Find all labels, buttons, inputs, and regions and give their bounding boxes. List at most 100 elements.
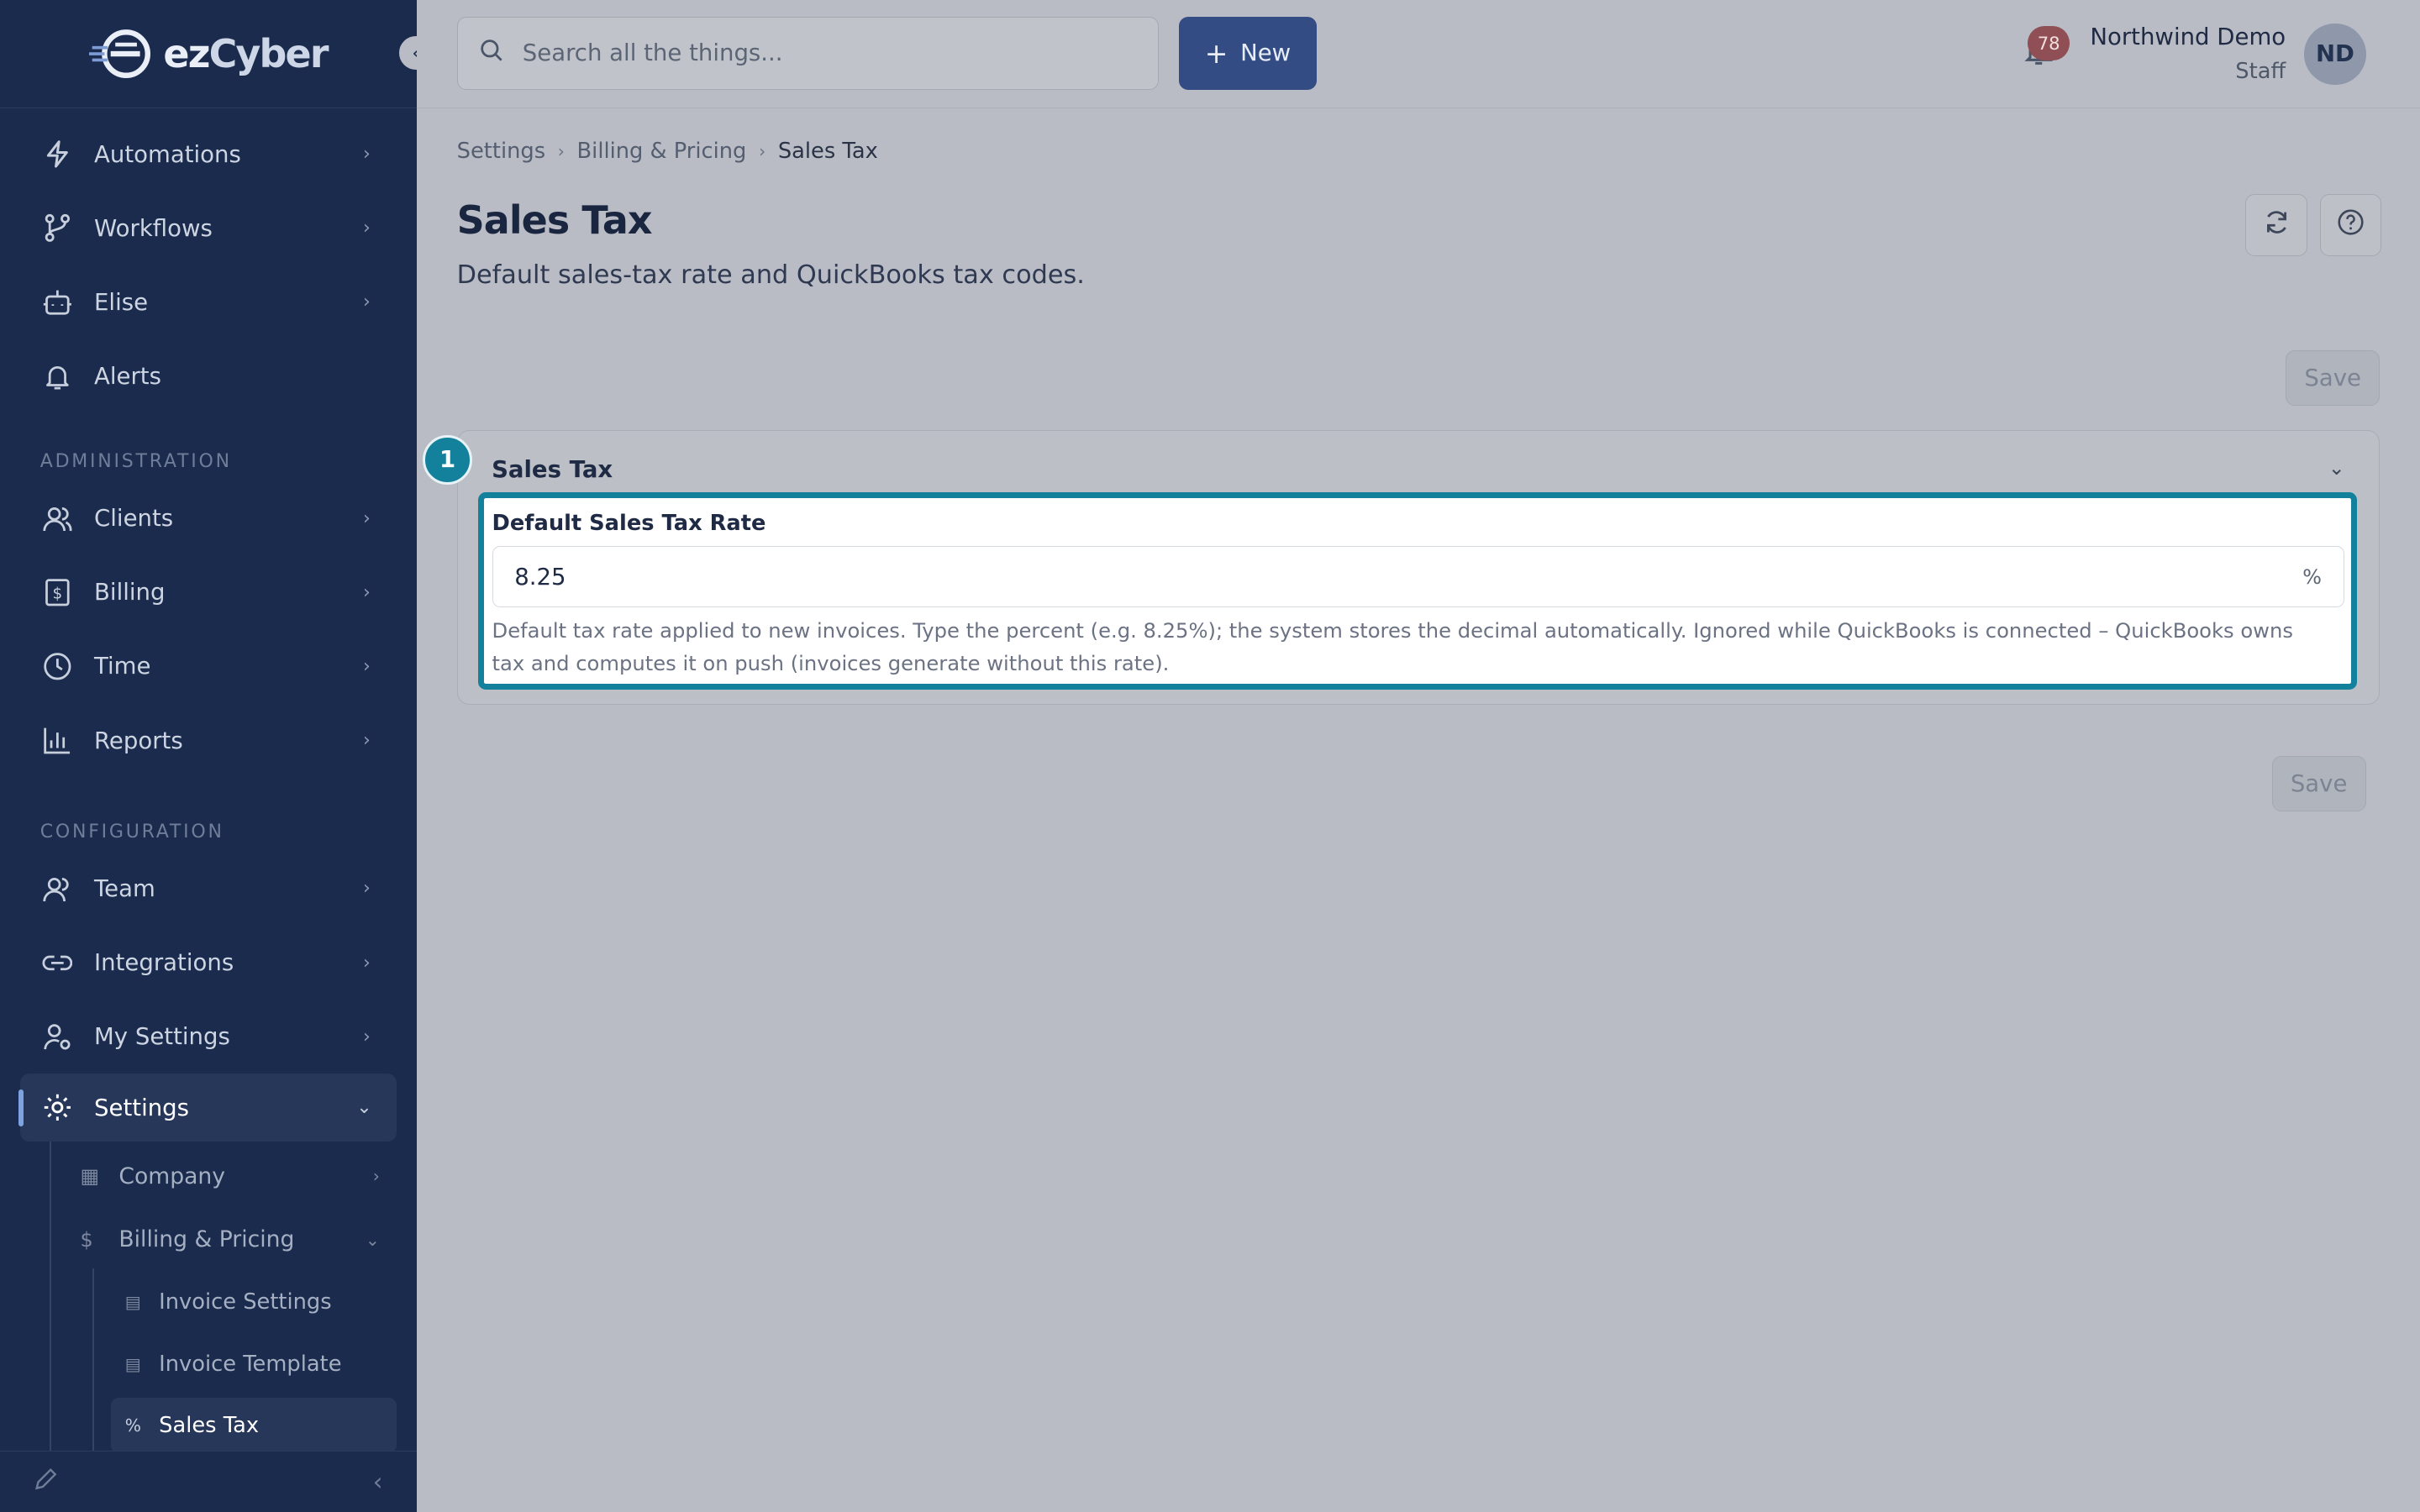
sidebar-item-settings[interactable]: Settings ⌄ [18,1074,397,1142]
chevron-right-icon: › [363,1026,371,1047]
link-icon [40,946,74,979]
submenu-item-billing-pricing[interactable]: $ Billing & Pricing ⌄ [0,1208,417,1271]
sidebar-item-integrations[interactable]: Integrations › [0,926,417,1000]
sidebar-item-reports[interactable]: Reports › [0,703,417,777]
avatar[interactable]: ND [2304,23,2366,85]
sidebar-item-time[interactable]: Time › [0,629,417,703]
user-role: Staff [2235,58,2286,84]
breadcrumb: Settings › Billing & Pricing › Sales Tax [457,139,878,164]
bell-icon [40,360,74,393]
chevron-right-icon: › [363,730,371,752]
sales-tax-rate-help-text: Default tax rate applied to new invoices… [492,618,2293,676]
refresh-button[interactable] [2245,194,2307,256]
chevron-right-icon: › [372,1166,380,1187]
ezcyber-logo-icon [89,29,151,78]
chevron-right-icon: › [363,218,371,239]
search-box[interactable] [456,17,1160,90]
sidebar-item-label: Alerts [94,363,161,391]
submenu-item-label: Company [118,1163,226,1189]
help-circle-icon [2337,208,2365,242]
chevron-right-icon: › [363,144,371,165]
page-subtitle: Default sales-tax rate and QuickBooks ta… [456,260,1085,291]
percent-unit: % [2302,564,2322,589]
chevron-right-icon: › [363,952,371,974]
sidebar-item-elise[interactable]: Elise › [0,265,417,339]
submenu-item-invoice-settings[interactable]: ▤ Invoice Settings [0,1271,417,1332]
submenu-item-company[interactable]: ▦ Company › [0,1145,417,1208]
chevron-right-icon: › [557,141,565,162]
submenu-item-sales-tax[interactable]: % Sales Tax [111,1397,397,1454]
document-icon: ▤ [124,1292,141,1313]
step-badge: 1 [423,434,473,485]
pencil-icon[interactable] [34,1467,58,1497]
chevron-left-icon[interactable]: ‹ [373,1467,383,1496]
sidebar-item-label: My Settings [94,1023,230,1051]
sidebar-item-workflows[interactable]: Workflows › [0,192,417,265]
search-icon [479,38,503,68]
brand-logo[interactable]: ezCyber [89,26,329,81]
sidebar-item-label: Time [94,653,151,680]
percent-icon: % [124,1415,141,1436]
chevron-right-icon: › [363,878,371,900]
sidebar-item-label: Billing [94,579,166,606]
sidebar-item-label: Elise [94,288,149,316]
settings-submenu: ▦ Company › $ Billing & Pricing ⌄ ▤ Invo… [0,1145,417,1454]
notification-count-badge: 78 [2028,26,2070,60]
breadcrumb-link-billing-pricing[interactable]: Billing & Pricing [577,139,747,164]
sidebar-item-alerts[interactable]: Alerts [0,339,417,413]
chevron-left-icon: ‹ [412,41,417,65]
chevron-down-icon[interactable]: ⌄ [2328,456,2345,480]
dollar-receipt-icon: $ [40,575,74,609]
sidebar-footer: ‹ [0,1450,417,1512]
lightning-icon [40,137,74,171]
submenu-item-label: Billing & Pricing [118,1226,295,1253]
chevron-right-icon: › [363,581,371,603]
main-content: Settings › Billing & Pricing › Sales Tax… [417,108,2420,1512]
gear-icon [40,1090,74,1124]
sidebar-item-my-settings[interactable]: My Settings › [0,1000,417,1074]
sidebar-item-automations[interactable]: Automations › [0,118,417,192]
sales-tax-rate-label: Default Sales Tax Rate [492,510,766,536]
svg-text:$: $ [52,585,62,603]
top-bar: + New 78 Northwind Demo Staff ND [416,0,2420,108]
section-label-configuration: CONFIGURATION [39,821,224,843]
dollar-icon: $ [80,1227,93,1252]
breadcrumb-link-settings[interactable]: Settings [457,139,545,164]
search-input[interactable] [522,39,1109,67]
sidebar-nav: Automations › Workflows › Elise › Alerts… [0,108,417,1454]
sidebar-item-team[interactable]: Team › [0,852,417,926]
sales-tax-rate-field[interactable]: % [492,545,2344,608]
highlighted-field-group: Default Sales Tax Rate % Default tax rat… [478,491,2357,690]
chevron-down-icon: ⌄ [365,1229,380,1250]
save-button-bottom[interactable]: Save [2271,755,2366,812]
sidebar-item-label: Settings [94,1094,190,1121]
submenu-item-invoice-template[interactable]: ▤ Invoice Template [0,1333,417,1394]
brand-name: ezCyber [163,30,329,76]
user-gear-icon [40,1020,74,1053]
sidebar-item-label: Clients [94,505,174,533]
chevron-right-icon: › [363,507,371,529]
team-icon [40,872,74,906]
sidebar-item-label: Automations [94,140,241,168]
document-icon: ▤ [124,1353,141,1374]
sidebar-item-clients[interactable]: Clients › [0,481,417,555]
section-label-administration: ADMINISTRATION [39,451,232,472]
help-button[interactable] [2319,194,2381,256]
robot-icon [40,286,74,319]
plus-icon: + [1204,36,1228,70]
sidebar-item-label: Workflows [94,214,213,242]
card-title[interactable]: Sales Tax [492,456,613,483]
brand-header: ezCyber ‹ [0,0,417,108]
submenu-item-label: Sales Tax [159,1412,260,1438]
refresh-icon [2263,208,2291,242]
sidebar-item-billing[interactable]: $ Billing › [0,555,417,629]
save-button-top[interactable]: Save [2286,349,2381,407]
sales-tax-rate-input[interactable] [514,563,2212,591]
breadcrumb-current: Sales Tax [777,139,878,165]
user-name[interactable]: Northwind Demo [2090,24,2286,50]
new-button[interactable]: + New [1179,17,1317,90]
tree-line [92,1268,95,1454]
git-branch-icon [40,212,74,245]
building-icon: ▦ [80,1164,100,1189]
collapse-sidebar-button[interactable]: ‹ [397,34,417,73]
